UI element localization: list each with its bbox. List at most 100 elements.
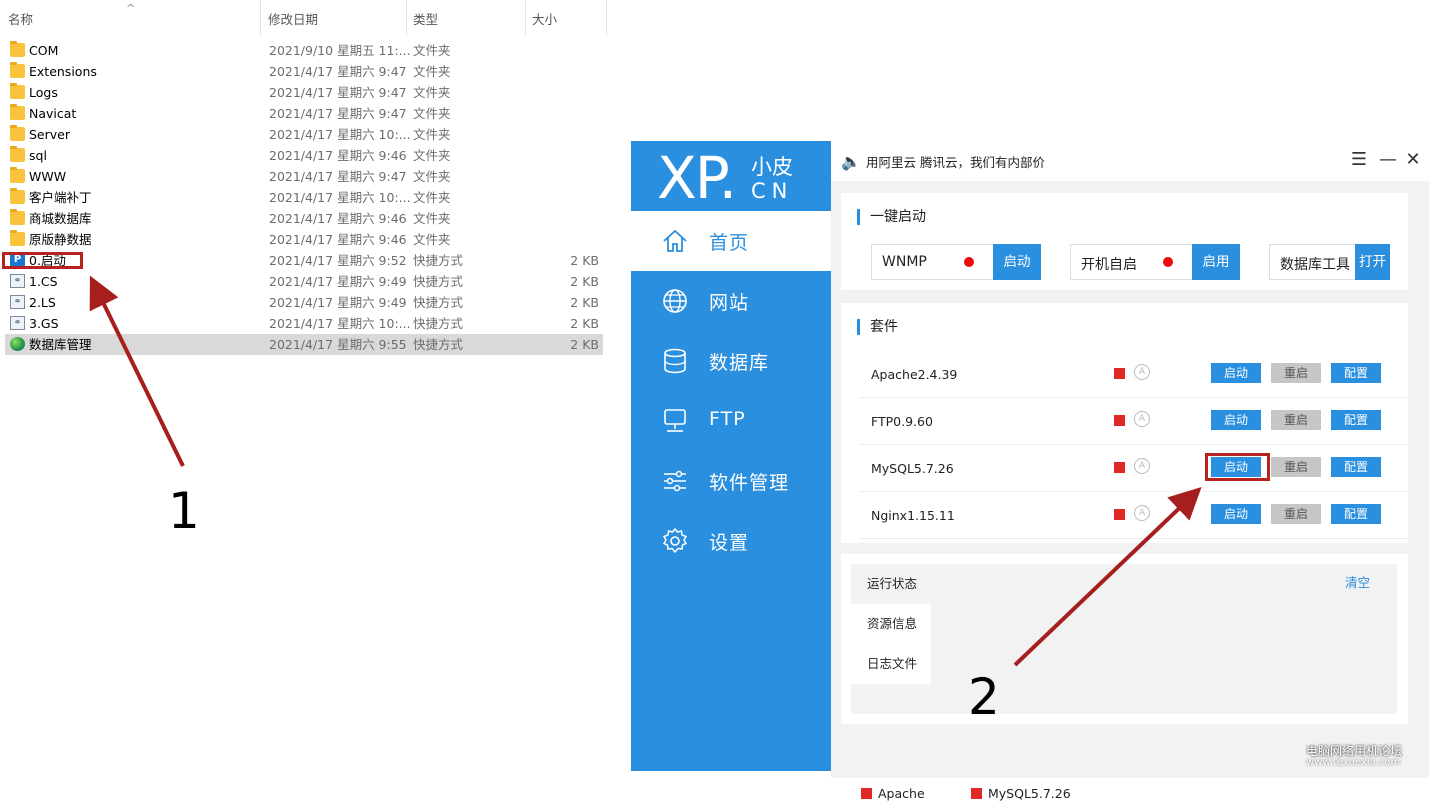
ftp-icon [664,409,686,432]
config-button[interactable]: 配置 [1331,457,1381,477]
file-size: 2 KB [570,337,599,352]
stopped-square [861,788,872,799]
menu-icon[interactable]: ☰ [1349,149,1369,170]
main-content: 一键启动 WNMP 启动 开机自启 启用 数据库工具 打开 套件 Apache2… [831,181,1429,801]
minimize-icon[interactable]: — [1378,149,1398,170]
file-name: Server [29,127,70,142]
restart-button[interactable]: 重启 [1271,457,1321,477]
auto-icon[interactable]: A [1134,411,1150,427]
file-row[interactable]: Navicat 2021/4/17 星期六 9:47 文件夹 [5,103,603,124]
file-row[interactable]: COM 2021/9/10 星期五 11:... 文件夹 [5,40,603,61]
file-date: 2021/4/17 星期六 10:... [269,127,411,142]
config-button[interactable]: 配置 [1331,410,1381,430]
status-dot [1163,257,1173,267]
nav-ftp[interactable]: FTP [631,391,831,451]
db-tool-open-button[interactable]: 打开 [1355,244,1390,280]
nav-home[interactable]: 首页 [631,211,831,271]
file-row[interactable]: P 0.启动 2021/4/17 星期六 9:52 快捷方式 2 KB [5,250,603,271]
close-icon[interactable]: ✕ [1403,149,1423,170]
start-button[interactable]: 启动 [1211,363,1261,383]
top-bar: 🔈 用阿里云 腾讯云，我们有内部价 ☰ — ✕ [831,141,1429,181]
wnmp-control: WNMP 启动 [871,244,1041,280]
file-name: 2.LS [29,295,56,310]
file-row[interactable]: WWW 2021/4/17 星期六 9:47 文件夹 [5,166,603,187]
auto-icon[interactable]: A [1134,505,1150,521]
tab-log-file[interactable]: 日志文件 [851,644,931,684]
config-button[interactable]: 配置 [1331,504,1381,524]
file-date: 2021/4/17 星期六 9:47 [269,64,407,79]
column-header-date[interactable]: 修改日期 [268,0,407,36]
quick-start-title: 一键启动 [857,209,926,225]
start-button[interactable]: 启动 [1211,410,1261,430]
start-button[interactable]: 启动 [1211,504,1261,524]
file-name: Extensions [29,64,97,79]
notice-text[interactable]: 用阿里云 腾讯云，我们有内部价 [866,152,1045,171]
globe-icon [663,289,687,313]
file-explorer: 名称 ^ 修改日期 类型 大小 COM 2021/9/10 星期五 11:... 文… [0,0,610,778]
file-name: Navicat [29,106,77,121]
restart-button[interactable]: 重启 [1271,410,1321,430]
file-row[interactable]: Extensions 2021/4/17 星期六 9:47 文件夹 [5,61,603,82]
tab-run-status[interactable]: 运行状态 [851,564,931,604]
folder-icon [10,209,25,225]
globe-icon [10,337,25,351]
file-type: 文件夹 [413,64,451,79]
stopped-square [1114,509,1125,520]
file-type: 快捷方式 [413,295,464,310]
file-type: 快捷方式 [413,274,464,289]
restart-button[interactable]: 重启 [1271,363,1321,383]
file-row[interactable]: ⚭ 1.CS 2021/4/17 星期六 9:49 快捷方式 2 KB [5,271,603,292]
service-name: FTP0.9.60 [871,414,933,429]
nav-label: 设置 [709,532,750,554]
column-header-size[interactable]: 大小 [532,0,607,36]
nav-database[interactable]: 数据库 [631,331,831,391]
nav-label: FTP [709,408,746,430]
file-row[interactable]: 商城数据库 2021/4/17 星期六 9:46 文件夹 [5,208,603,229]
wnmp-label: WNMP [882,254,927,270]
sort-up-icon: ^ [126,2,136,15]
file-type: 文件夹 [413,106,451,121]
auto-icon[interactable]: A [1134,364,1150,380]
autostart-enable-button[interactable]: 启用 [1192,244,1240,280]
file-name: COM [29,43,59,58]
file-type: 文件夹 [413,190,451,205]
shortcut-icon: ⚭ [10,316,25,330]
nav-website[interactable]: 网站 [631,271,831,331]
file-row[interactable]: Logs 2021/4/17 星期六 9:47 文件夹 [5,82,603,103]
nav-software[interactable]: 软件管理 [631,451,831,511]
wnmp-start-button[interactable]: 启动 [993,244,1041,280]
logo-main: XP. [657,144,737,212]
file-name: sql [29,148,47,163]
sliders-icon [664,470,686,492]
restart-button[interactable]: 重启 [1271,504,1321,524]
db-tool-label: 数据库工具 [1280,257,1350,273]
log-content [931,604,1397,714]
folder-icon [10,83,25,99]
nav-label: 软件管理 [709,472,790,494]
file-row[interactable]: 数据库管理 2021/4/17 星期六 9:55 快捷方式 2 KB [5,334,603,355]
nav-settings[interactable]: 设置 [631,511,831,571]
file-row[interactable]: sql 2021/4/17 星期六 9:46 文件夹 [5,145,603,166]
file-row[interactable]: ⚭ 3.GS 2021/4/17 星期六 10:... 快捷方式 2 KB [5,313,603,334]
service-row: FTP0.9.60 A 启动 重启 配置 [859,398,1411,445]
file-size: 2 KB [570,295,599,310]
autostart-label: 开机自启 [1081,257,1137,273]
file-row[interactable]: ⚭ 2.LS 2021/4/17 星期六 9:49 快捷方式 2 KB [5,292,603,313]
db-tool-control: 数据库工具 打开 [1269,244,1390,280]
column-header-type[interactable]: 类型 [413,0,526,36]
stopped-square [1114,368,1125,379]
file-row[interactable]: 原版静数据 2021/4/17 星期六 9:46 文件夹 [5,229,603,250]
clear-button[interactable]: 清空 [1345,572,1370,591]
auto-icon[interactable]: A [1134,458,1150,474]
nav-label: 首页 [709,232,750,254]
logo-cn: CN [751,179,794,203]
file-date: 2021/4/17 星期六 9:46 [269,211,407,226]
file-name: 数据库管理 [29,337,92,352]
tab-resource-info[interactable]: 资源信息 [851,604,931,644]
file-date: 2021/4/17 星期六 10:... [269,190,411,205]
file-row[interactable]: Server 2021/4/17 星期六 10:... 文件夹 [5,124,603,145]
config-button[interactable]: 配置 [1331,363,1381,383]
file-date: 2021/4/17 星期六 9:47 [269,106,407,121]
file-row[interactable]: 客户端补丁 2021/4/17 星期六 10:... 文件夹 [5,187,603,208]
file-name: 商城数据库 [29,211,92,226]
